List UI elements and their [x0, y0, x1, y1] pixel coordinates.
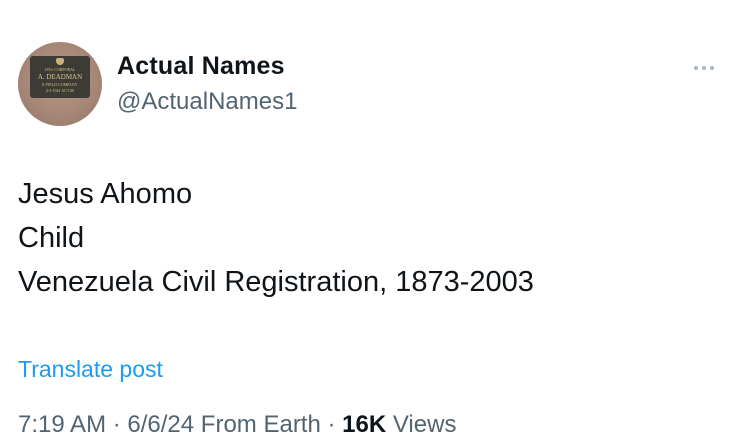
dot	[710, 66, 714, 70]
more-options-icon[interactable]	[692, 58, 720, 78]
post-source: From Earth	[200, 411, 321, 438]
post-text-line: Child	[18, 222, 85, 254]
dot	[702, 66, 706, 70]
emblem-icon	[56, 58, 64, 65]
author-display-name[interactable]: Actual Names	[117, 52, 285, 81]
views-label: Views	[392, 411, 457, 438]
meta-separator: ·	[106, 411, 128, 438]
post-meta: 7:19 AM · 6/6/24 From Earth · 16K Views	[18, 411, 456, 439]
plaque-text-line: A. DEADMAN	[37, 73, 83, 81]
views-count[interactable]: 16K	[342, 411, 386, 438]
dot	[694, 66, 698, 70]
post-text-line: Venezuela Civil Registration, 1873-2003	[18, 266, 534, 298]
meta-separator: ·	[320, 411, 343, 438]
avatar-plaque-image: 1STx CORPORAL A. DEADMAN E FIELD COMPANY…	[30, 56, 90, 98]
translate-post-link[interactable]: Translate post	[18, 356, 163, 383]
plaque-text-line: E FIELD COMPANY	[42, 82, 78, 87]
author-handle[interactable]: @ActualNames1	[117, 88, 297, 116]
post-time[interactable]: 7:19 AM	[18, 411, 106, 438]
post-text-line: Jesus Ahomo	[18, 178, 193, 210]
plaque-text-line: 4-2-1941 ACT 60	[45, 88, 75, 93]
plaque-text-line: 1STx CORPORAL	[44, 67, 76, 72]
post-card: 1STx CORPORAL A. DEADMAN E FIELD COMPANY…	[0, 0, 740, 448]
post-date[interactable]: 6/6/24	[127, 411, 194, 438]
avatar[interactable]: 1STx CORPORAL A. DEADMAN E FIELD COMPANY…	[18, 42, 102, 126]
